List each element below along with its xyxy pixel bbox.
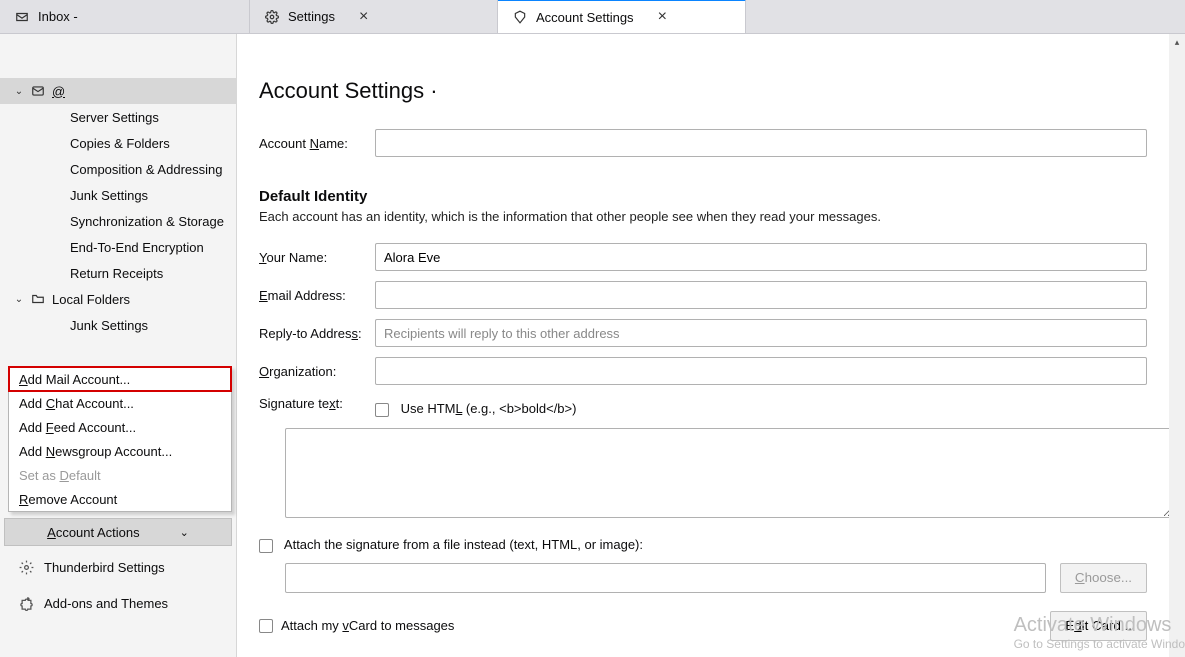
chevron-down-icon: ⌄ [180, 526, 189, 539]
label-attach-file: Attach the signature from a file instead… [284, 537, 643, 552]
addons-label: Add-ons and Themes [44, 596, 168, 611]
tree-server-settings[interactable]: Server Settings [56, 104, 236, 130]
row-your-name: Your Name: [259, 238, 1147, 276]
label-reply-to: Reply-to Address: [259, 326, 375, 341]
input-email[interactable] [375, 281, 1147, 309]
puzzle-icon [18, 595, 34, 611]
sidebar-bottom: Thunderbird Settings Add-ons and Themes [0, 549, 236, 621]
signature-area [285, 428, 1173, 521]
thunderbird-settings-link[interactable]: Thunderbird Settings [0, 549, 236, 585]
shield-gear-icon [512, 9, 528, 25]
tree-return-receipts[interactable]: Return Receipts [56, 260, 236, 286]
tree-account-email: @ [52, 84, 65, 99]
tree-account-root[interactable]: ⌄ @ [0, 78, 236, 104]
tab-settings-label: Settings [288, 9, 335, 24]
tab-bar: Inbox - Settings × Account Settings × [0, 0, 1185, 34]
tab-account-settings-label: Account Settings [536, 10, 634, 25]
gear-icon [264, 9, 280, 25]
menu-remove-account[interactable]: Remove Account [9, 487, 231, 511]
tree-account-children: Server Settings Copies & Folders Composi… [0, 104, 236, 286]
inbox-icon [14, 9, 30, 25]
menu-add-newsgroup[interactable]: Add Newsgroup Account... [9, 439, 231, 463]
sidebar: ⌄ @ Server Settings Copies & Folders Com… [0, 34, 237, 657]
checkbox-use-html[interactable] [375, 403, 389, 417]
tree-e2e[interactable]: End-To-End Encryption [56, 234, 236, 260]
row-vcard: Attach my vCard to messages Edit Card... [259, 611, 1147, 641]
input-signature-file[interactable] [285, 563, 1046, 593]
row-file: Choose... [285, 563, 1147, 593]
row-account-name: Account Name: [259, 124, 1147, 162]
label-signature: Signature text: [259, 390, 375, 411]
label-attach-vcard: Attach my vCard to messages [281, 618, 454, 633]
menu-set-default: Set as Default [9, 463, 231, 487]
tree-local-folders-label: Local Folders [52, 292, 130, 307]
checkbox-attach-vcard[interactable] [259, 619, 273, 633]
input-organization[interactable] [375, 357, 1147, 385]
gear-icon [18, 559, 34, 575]
label-use-html: Use HTML (e.g., <b>bold</b>) [401, 401, 577, 416]
row-reply-to: Reply-to Address: [259, 314, 1147, 352]
heading-default-identity: Default Identity [259, 188, 1147, 205]
folder-icon [30, 291, 46, 307]
account-actions-label: ccount Actions [56, 525, 140, 540]
thunderbird-settings-label: Thunderbird Settings [44, 560, 165, 575]
tree-sync[interactable]: Synchronization & Storage [56, 208, 236, 234]
account-actions-menu: Add Mail Account... Add Chat Account... … [8, 366, 232, 512]
input-your-name[interactable] [375, 243, 1147, 271]
identity-description: Each account has an identity, which is t… [259, 209, 1147, 224]
tree-local-folders[interactable]: ⌄ Local Folders [0, 286, 236, 312]
account-tree: ⌄ @ Server Settings Copies & Folders Com… [0, 34, 236, 338]
menu-add-chat[interactable]: Add Chat Account... [9, 391, 231, 415]
mail-account-icon [30, 83, 46, 99]
label-email: Email Address: [259, 288, 375, 303]
input-reply-to[interactable] [375, 319, 1147, 347]
textarea-signature[interactable] [285, 428, 1173, 518]
chevron-down-icon: ⌄ [14, 86, 24, 97]
edit-card-button[interactable]: Edit Card... [1050, 611, 1147, 641]
chevron-down-icon: ⌄ [14, 294, 24, 305]
tab-inbox-label: Inbox - [38, 9, 78, 24]
row-organization: Organization: [259, 352, 1147, 390]
content: Account Settings · Account Name: Default… [237, 34, 1185, 657]
input-account-name[interactable] [375, 129, 1147, 157]
label-account-name: Account Name: [259, 136, 375, 151]
main: ⌄ @ Server Settings Copies & Folders Com… [0, 34, 1185, 657]
checkbox-attach-file[interactable] [259, 539, 273, 553]
row-email: Email Address: [259, 276, 1147, 314]
tab-settings[interactable]: Settings × [250, 0, 498, 33]
scrollbar[interactable]: ▴ [1169, 34, 1185, 657]
choose-button[interactable]: Choose... [1060, 563, 1147, 593]
menu-add-mail[interactable]: Add Mail Account... [9, 367, 231, 391]
label-organization: Organization: [259, 364, 375, 379]
tree-local-children: Junk Settings [0, 312, 236, 338]
scroll-up-icon[interactable]: ▴ [1169, 34, 1185, 50]
tab-inbox[interactable]: Inbox - [0, 0, 250, 33]
tree-composition[interactable]: Composition & Addressing [56, 156, 236, 182]
tree-local-junk[interactable]: Junk Settings [56, 312, 236, 338]
account-actions-button[interactable]: Account Actions ⌄ [4, 518, 232, 546]
tree-junk[interactable]: Junk Settings [56, 182, 236, 208]
menu-add-feed[interactable]: Add Feed Account... [9, 415, 231, 439]
close-icon[interactable]: × [359, 9, 368, 25]
label-your-name: Your Name: [259, 250, 375, 265]
addons-link[interactable]: Add-ons and Themes [0, 585, 236, 621]
close-icon[interactable]: × [658, 9, 667, 25]
tree-copies-folders[interactable]: Copies & Folders [56, 130, 236, 156]
tab-account-settings[interactable]: Account Settings × [498, 0, 746, 33]
row-signature: Signature text: Use HTML (e.g., <b>bold<… [259, 390, 1147, 428]
page-title: Account Settings · [259, 78, 1147, 104]
